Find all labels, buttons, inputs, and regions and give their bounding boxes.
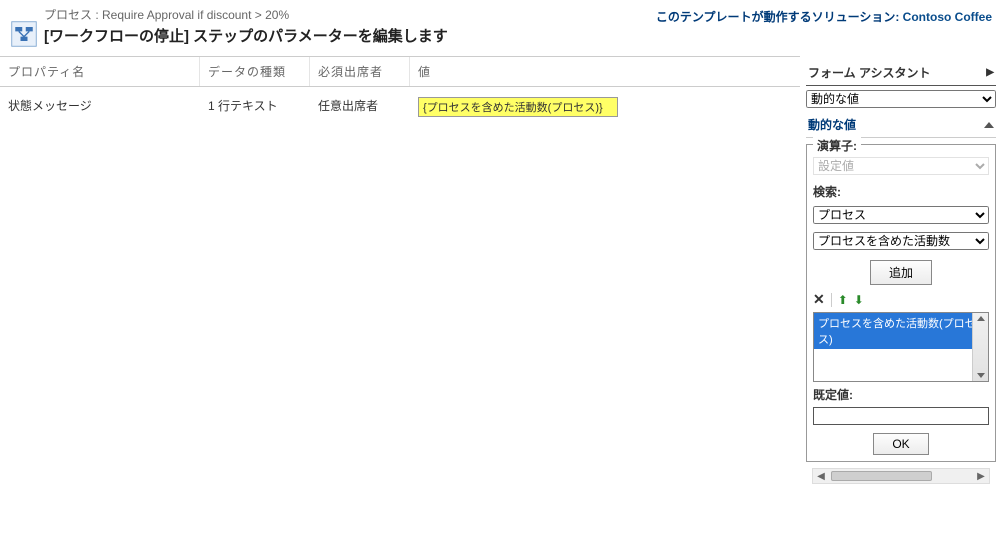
scrollbar-horizontal[interactable]: ◀ ▶	[812, 468, 990, 484]
col-attendee[interactable]: 必須出席者	[310, 57, 410, 86]
cell-attendee: 任意出席者	[310, 97, 410, 117]
page-title: [ワークフローの停止] ステップのパラメーターを編集します	[44, 25, 448, 46]
ok-button[interactable]: OK	[873, 433, 928, 455]
dynamic-value-section[interactable]: 動的な値	[806, 112, 996, 138]
solution-label: このテンプレートが動作するソリューション: Contoso Coffee	[656, 8, 992, 25]
dynamic-values-list[interactable]: プロセスを含めた活動数(プロセス)	[813, 312, 989, 382]
triangle-up-icon	[984, 122, 994, 128]
grid-header: プロパティ名 データの種類 必須出席者 値	[0, 57, 800, 87]
col-value[interactable]: 値	[410, 57, 800, 86]
scroll-left-icon[interactable]: ◀	[813, 471, 829, 482]
search-field-select[interactable]: プロセスを含めた活動数	[813, 232, 989, 250]
scroll-right-icon[interactable]: ▶	[973, 471, 989, 482]
operator-group: 演算子: 設定値 検索: プロセス プロセスを含めた活動数 追加 ✕ ⬆ ⬇ プ	[806, 144, 996, 462]
arrow-down-icon[interactable]: ⬇	[854, 293, 864, 307]
operator-select: 設定値	[813, 157, 989, 175]
add-button[interactable]: 追加	[870, 260, 932, 285]
status-message-value[interactable]: {プロセスを含めた活動数(プロセス)}	[418, 97, 618, 117]
search-label: 検索:	[813, 183, 989, 200]
assistant-mode-select[interactable]: 動的な値	[806, 90, 996, 108]
cell-property: 状態メッセージ	[0, 97, 200, 117]
scrollbar-vertical[interactable]	[972, 313, 988, 381]
col-type[interactable]: データの種類	[200, 57, 310, 86]
table-row[interactable]: 状態メッセージ 1 行テキスト 任意出席者 {プロセスを含めた活動数(プロセス)…	[0, 87, 800, 127]
chevron-right-icon[interactable]: ▶	[986, 67, 994, 78]
form-assistant-pane: フォーム アシスタント ▶ 動的な値 動的な値 演算子: 設定値 検索: プロセ…	[800, 56, 1002, 490]
process-breadcrumb: プロセス : Require Approval if discount > 20…	[44, 6, 448, 23]
default-value-label: 既定値:	[813, 386, 989, 403]
default-value-input[interactable]	[813, 407, 989, 425]
workflow-icon	[10, 20, 38, 48]
search-entity-select[interactable]: プロセス	[813, 206, 989, 224]
form-assistant-title: フォーム アシスタント ▶	[806, 60, 996, 86]
col-property[interactable]: プロパティ名	[0, 57, 200, 86]
arrow-up-icon[interactable]: ⬆	[838, 293, 848, 307]
cell-type: 1 行テキスト	[200, 97, 310, 117]
close-icon[interactable]: ✕	[813, 291, 825, 308]
divider	[831, 293, 832, 307]
list-item[interactable]: プロセスを含めた活動数(プロセス)	[814, 313, 988, 349]
